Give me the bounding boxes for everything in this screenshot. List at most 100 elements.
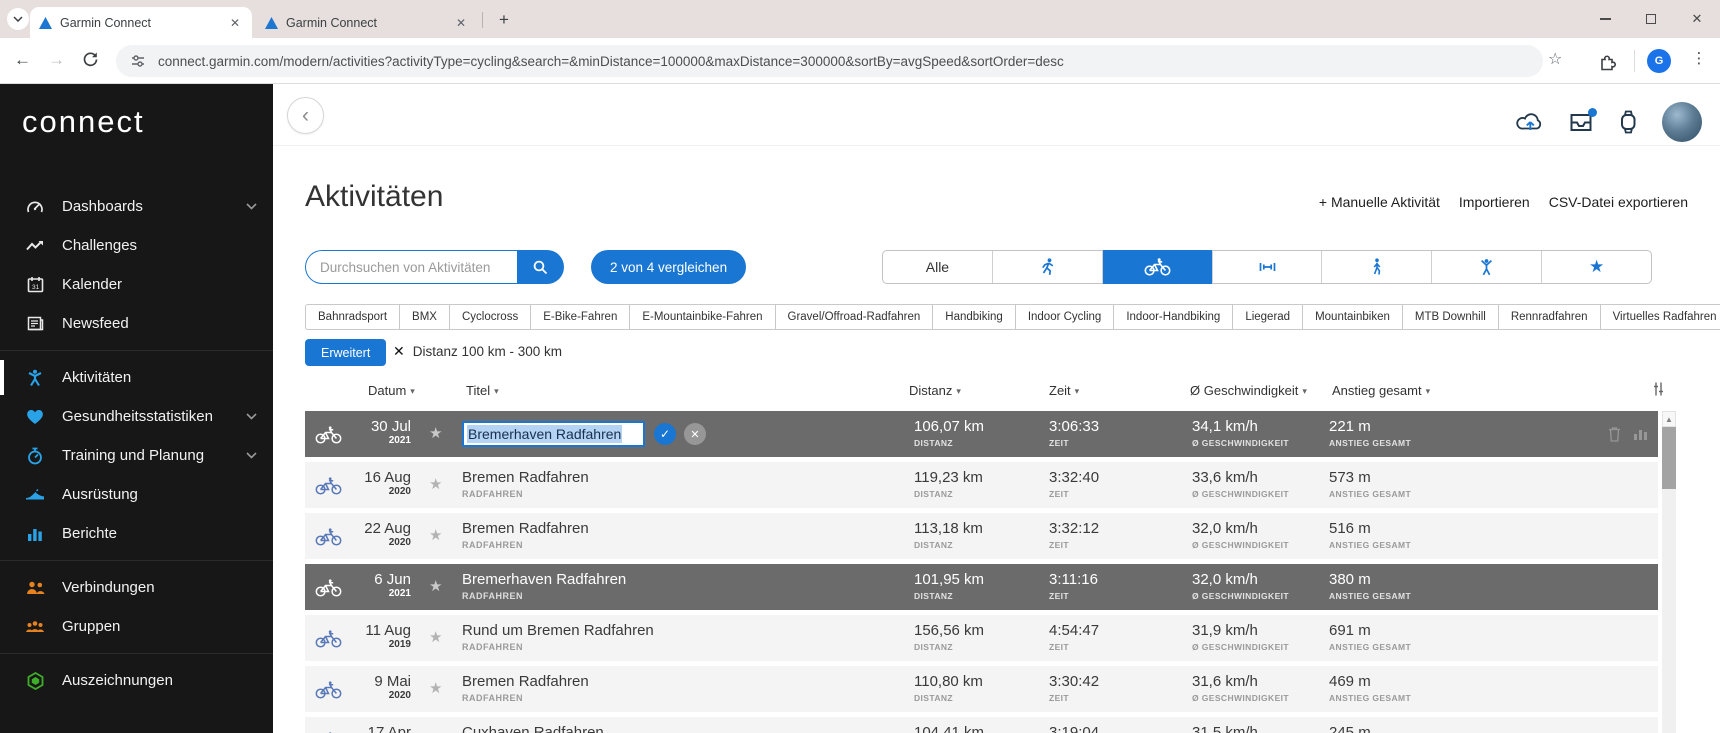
column-header-datum[interactable]: Datum: [368, 383, 415, 398]
notifications-button[interactable]: [1568, 112, 1594, 133]
chip-mountainbiken[interactable]: Mountainbiken: [1302, 304, 1403, 330]
chip-virtuelles-radfahren[interactable]: Virtuelles Radfahren: [1600, 304, 1720, 330]
list-scrollbar[interactable]: ▲: [1662, 411, 1676, 733]
page-back-button[interactable]: ‹: [287, 97, 324, 134]
activity-title[interactable]: Cuxhaven RadfahrenRADFAHREN: [462, 724, 604, 733]
sidebar-item-kalender[interactable]: 31 Kalender: [0, 265, 273, 304]
tab-close-icon[interactable]: ✕: [453, 16, 469, 30]
device-sync-button[interactable]: [1617, 109, 1639, 135]
export-csv-link[interactable]: CSV-Datei exportieren: [1549, 194, 1688, 210]
tab-favorites[interactable]: ★: [1542, 251, 1651, 283]
favorite-star-icon[interactable]: ★: [429, 628, 442, 646]
chip-liegerad[interactable]: Liegerad: [1232, 304, 1303, 330]
chip-e-bike-fahren[interactable]: E-Bike-Fahren: [530, 304, 630, 330]
scrollbar-thumb[interactable]: [1662, 427, 1676, 489]
browser-menu-button[interactable]: ⋮: [1690, 49, 1708, 67]
bookmark-star-icon[interactable]: ☆: [1548, 49, 1562, 69]
tab-cycling-active[interactable]: [1103, 250, 1213, 284]
title-edit-input[interactable]: Bremerhaven Radfahren: [462, 421, 645, 447]
activity-title[interactable]: Bremen RadfahrenRADFAHREN: [462, 469, 589, 499]
browser-profile-avatar[interactable]: G: [1647, 49, 1671, 73]
connect-logo[interactable]: connect: [22, 104, 273, 140]
delete-icon[interactable]: [1608, 426, 1621, 442]
browser-tab-active[interactable]: Garmin Connect ✕: [30, 7, 252, 38]
chip-indoor-cycling[interactable]: Indoor Cycling: [1015, 304, 1115, 330]
activity-row[interactable]: 17 Apr ★ Cuxhaven RadfahrenRADFAHREN 104…: [305, 717, 1658, 733]
tab-running[interactable]: [993, 251, 1103, 283]
browser-reload-button[interactable]: [82, 51, 99, 68]
window-maximize-button[interactable]: [1628, 0, 1674, 38]
activity-title[interactable]: Bremen RadfahrenRADFAHREN: [462, 520, 589, 550]
import-link[interactable]: Importieren: [1459, 194, 1530, 210]
browser-back-button[interactable]: ←: [14, 50, 31, 70]
activity-row[interactable]: 9 Mai2020 ★ Bremen RadfahrenRADFAHREN 11…: [305, 666, 1658, 712]
activity-row[interactable]: 16 Aug2020 ★ Bremen RadfahrenRADFAHREN 1…: [305, 462, 1658, 508]
scroll-up-button[interactable]: ▲: [1662, 411, 1676, 427]
sidebar-item-ausruestung[interactable]: Ausrüstung: [0, 475, 273, 514]
sidebar-item-challenges[interactable]: Challenges: [0, 226, 273, 265]
sidebar-item-gruppen[interactable]: Gruppen: [0, 607, 273, 646]
tab-all-activities[interactable]: Alle: [883, 251, 993, 283]
chip-e-mountainbike-fahren[interactable]: E-Mountainbike-Fahren: [629, 304, 775, 330]
remove-filter-icon[interactable]: ✕: [393, 343, 405, 360]
tab-search-button[interactable]: [7, 8, 29, 30]
url-text[interactable]: connect.garmin.com/modern/activities?act…: [158, 54, 1064, 69]
manual-activity-link[interactable]: + Manuelle Aktivität: [1319, 194, 1440, 210]
window-minimize-button[interactable]: [1582, 0, 1628, 38]
chip-handbiking[interactable]: Handbiking: [932, 304, 1016, 330]
column-header-zeit[interactable]: Zeit: [1049, 383, 1079, 398]
activity-row-selected[interactable]: 6 Jun2021 ★ Bremerhaven RadfahrenRADFAHR…: [305, 564, 1658, 610]
chip-mtb-downhill[interactable]: MTB Downhill: [1402, 304, 1499, 330]
favorite-star-icon[interactable]: ★: [429, 577, 442, 595]
column-header-distanz[interactable]: Distanz: [909, 383, 961, 398]
sidebar-item-berichte[interactable]: Berichte: [0, 514, 273, 553]
activity-title[interactable]: Rund um Bremen RadfahrenRADFAHREN: [462, 622, 654, 652]
favorite-star-icon[interactable]: ★: [429, 424, 442, 442]
chip-indoor-handbiking[interactable]: Indoor-Handbiking: [1113, 304, 1233, 330]
sidebar-item-auszeichnungen[interactable]: Auszeichnungen: [0, 661, 273, 700]
new-tab-button[interactable]: +: [492, 8, 516, 32]
sidebar-item-newsfeed[interactable]: Newsfeed: [0, 304, 273, 343]
activity-row-editing[interactable]: 30 Jul2021 ★ Bremerhaven Radfahren ✓ ✕ 1…: [305, 411, 1658, 457]
favorite-star-icon[interactable]: ★: [429, 526, 442, 544]
sidebar-item-aktivitaeten[interactable]: Aktivitäten: [0, 358, 273, 397]
chip-bahnradsport[interactable]: Bahnradsport: [305, 304, 400, 330]
favorite-star-icon[interactable]: ★: [429, 475, 442, 493]
tab-strength[interactable]: [1213, 251, 1323, 283]
activity-title[interactable]: Bremen RadfahrenRADFAHREN: [462, 673, 589, 703]
favorite-star-icon[interactable]: ★: [429, 679, 442, 697]
tab-close-icon[interactable]: ✕: [227, 16, 243, 30]
site-settings-icon[interactable]: [130, 53, 146, 69]
browser-tab-inactive[interactable]: Garmin Connect ✕: [256, 7, 478, 38]
window-close-button[interactable]: ✕: [1674, 0, 1720, 38]
advanced-filter-button[interactable]: Erweitert: [305, 339, 386, 366]
user-avatar[interactable]: [1662, 102, 1702, 142]
cancel-edit-button[interactable]: ✕: [684, 423, 706, 445]
url-bar[interactable]: connect.garmin.com/modern/activities?act…: [116, 45, 1543, 77]
search-button[interactable]: [517, 250, 564, 284]
sidebar-item-dashboards[interactable]: Dashboards: [0, 187, 273, 226]
compare-icon[interactable]: [1633, 426, 1648, 441]
chip-gravel-offroad-radfahren[interactable]: Gravel/Offroad-Radfahren: [775, 304, 934, 330]
chip-rennradfahren[interactable]: Rennradfahren: [1498, 304, 1601, 330]
sidebar-item-training-und-planung[interactable]: Training und Planung: [0, 436, 273, 475]
browser-forward-button[interactable]: →: [48, 50, 65, 70]
tab-other-sport[interactable]: [1432, 251, 1542, 283]
activity-row[interactable]: 11 Aug2019 ★ Rund um Bremen RadfahrenRAD…: [305, 615, 1658, 661]
search-input[interactable]: [305, 250, 517, 284]
extensions-button[interactable]: [1598, 51, 1618, 71]
activity-title[interactable]: Bremerhaven RadfahrenRADFAHREN: [462, 571, 626, 601]
column-settings-button[interactable]: [1651, 381, 1666, 397]
confirm-edit-button[interactable]: ✓: [654, 423, 676, 445]
column-header-anstieg[interactable]: Anstieg gesamt: [1332, 383, 1430, 398]
compare-button[interactable]: 2 von 4 vergleichen: [591, 250, 746, 284]
column-header-titel[interactable]: Titel: [466, 383, 499, 398]
activity-row[interactable]: 22 Aug2020 ★ Bremen RadfahrenRADFAHREN 1…: [305, 513, 1658, 559]
chip-cyclocross[interactable]: Cyclocross: [449, 304, 531, 330]
sidebar-item-verbindungen[interactable]: Verbindungen: [0, 568, 273, 607]
tab-walking[interactable]: [1322, 251, 1432, 283]
upload-button[interactable]: [1515, 111, 1545, 133]
sidebar-item-gesundheitsstatistiken[interactable]: Gesundheitsstatistiken: [0, 397, 273, 436]
chip-bmx[interactable]: BMX: [399, 304, 450, 330]
column-header-geschwindigkeit[interactable]: Ø Geschwindigkeit: [1190, 383, 1307, 398]
